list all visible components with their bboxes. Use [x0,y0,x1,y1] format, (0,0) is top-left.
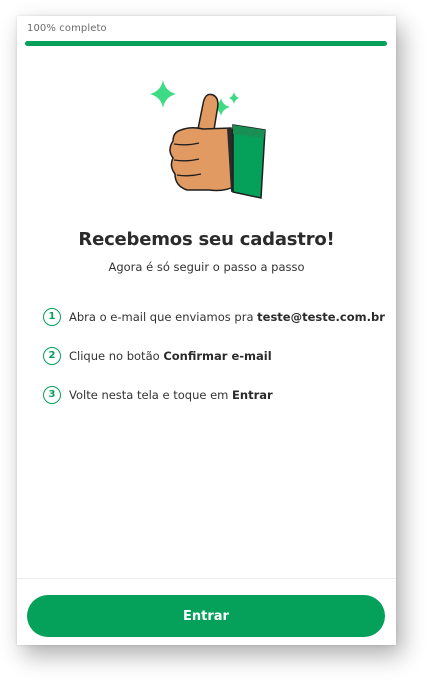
step-number-badge: 1 [43,307,61,326]
thumbs-up-illustration [147,74,267,204]
page-title: Recebemos seu cadastro! [78,229,335,250]
step-item: 3 Volte nesta tela e toque em Entrar [43,384,388,405]
step-text: Volte nesta tela e toque em Entrar [69,388,273,402]
thumbs-up-icon [150,80,266,199]
app-screen: 100% completo Recebemos seu cadastro! Ag… [17,16,396,645]
progress-bar [25,41,387,46]
page-subtitle: Agora é só seguir o passo a passo [108,260,305,274]
step-text-plain: Clique no botão [69,348,164,363]
step-number-badge: 3 [43,385,61,404]
step-item: 1 Abra o e-mail que enviamos pra teste@t… [43,306,388,327]
step-text-plain: Abra o e-mail que enviamos pra [69,309,258,324]
step-text: Abra o e-mail que enviamos pra teste@tes… [69,310,385,324]
step-emphasis: Confirmar e-mail [163,348,272,363]
sparkle-icon [150,80,176,108]
step-item: 2 Clique no botão Confirmar e-mail [43,345,388,366]
step-text-plain: Volte nesta tela e toque em [69,387,233,402]
sparkle-icon [229,92,239,104]
step-text: Clique no botão Confirmar e-mail [69,349,272,363]
step-emphasis: Entrar [232,387,273,402]
step-number-badge: 2 [43,346,61,365]
footer-divider [17,578,396,579]
page-background: 100% completo Recebemos seu cadastro! Ag… [0,0,444,693]
entrar-button[interactable]: Entrar [27,595,385,637]
progress-label: 100% completo [27,23,107,34]
step-email: teste@teste.com.br [257,309,385,324]
progress-bar-fill [25,41,387,46]
steps-list: 1 Abra o e-mail que enviamos pra teste@t… [43,306,388,423]
